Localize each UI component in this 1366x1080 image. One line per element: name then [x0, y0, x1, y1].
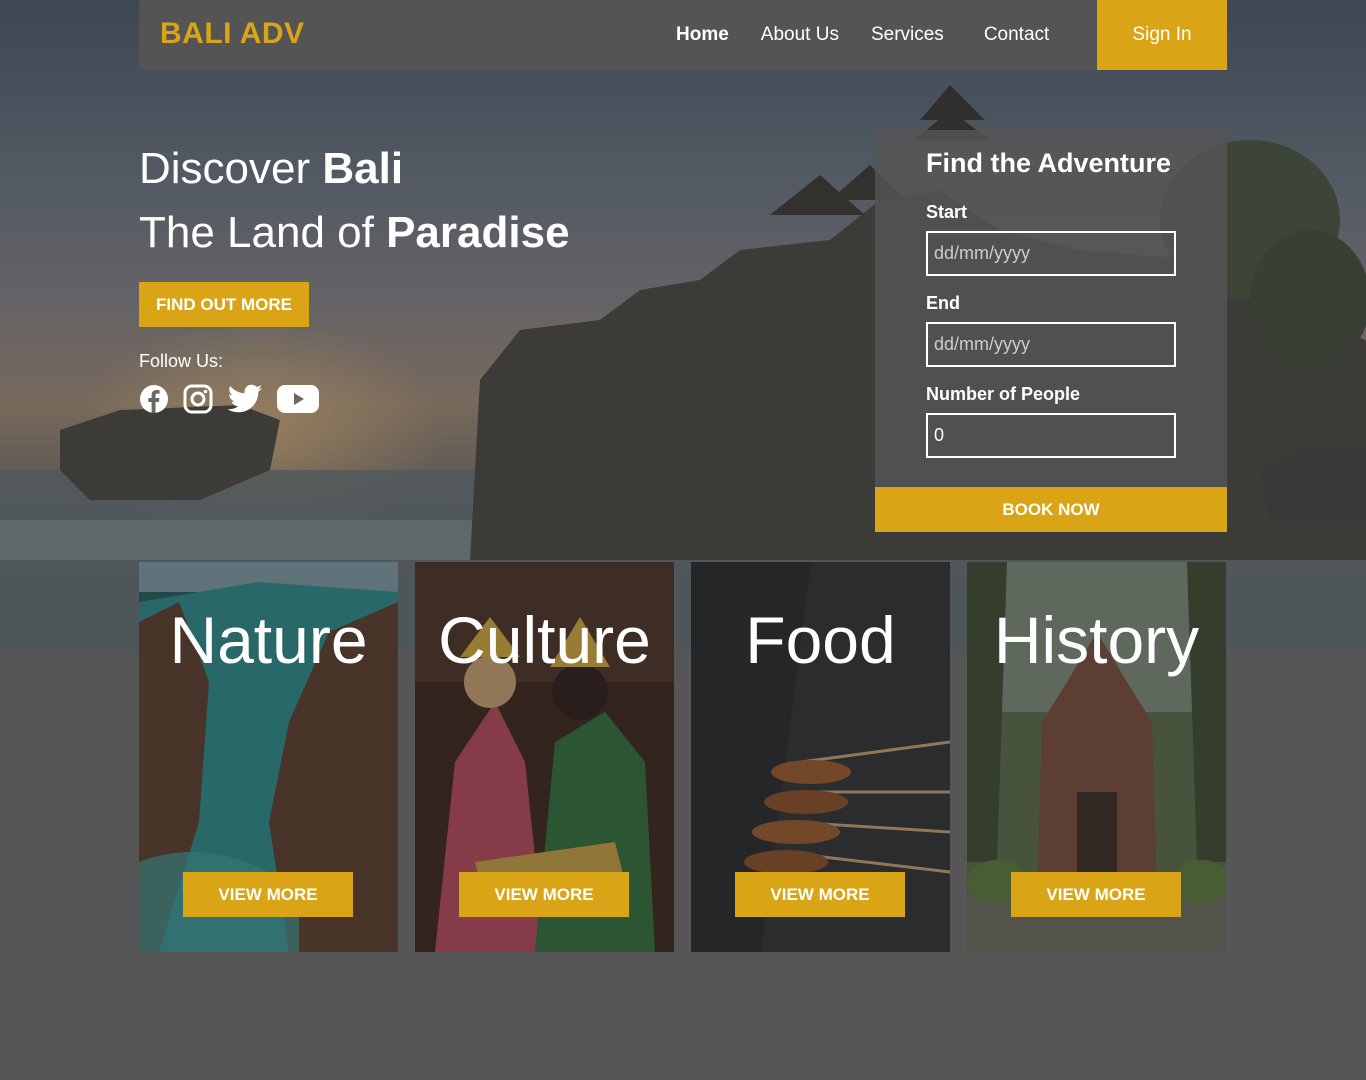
- book-now-button[interactable]: BOOK NOW: [875, 487, 1227, 532]
- view-more-button[interactable]: VIEW MORE: [183, 872, 353, 917]
- sign-in-button[interactable]: Sign In: [1097, 0, 1227, 70]
- youtube-icon[interactable]: [277, 384, 319, 414]
- top-navbar: BALI ADV Home About Us Services Contact …: [139, 0, 1227, 70]
- hero-title-line-1: Discover Bali: [139, 137, 570, 201]
- end-date-input[interactable]: [926, 322, 1176, 367]
- twitter-icon[interactable]: [227, 384, 263, 414]
- end-date-label: End: [926, 293, 960, 313]
- social-links: [139, 384, 333, 414]
- booking-form: Find the Adventure Start End Number of P…: [875, 130, 1227, 532]
- nav-link-contact[interactable]: Contact: [984, 24, 1049, 46]
- view-more-button[interactable]: VIEW MORE: [459, 872, 629, 917]
- people-count-input[interactable]: [926, 413, 1176, 458]
- card-title: Nature: [169, 603, 368, 677]
- hero-title-line-2-normal: The Land of: [139, 208, 387, 257]
- instagram-icon[interactable]: [183, 384, 213, 414]
- view-more-button[interactable]: VIEW MORE: [1011, 872, 1181, 917]
- nav-link-about-us[interactable]: About Us: [761, 24, 839, 46]
- category-card-culture[interactable]: Culture VIEW MORE: [415, 562, 674, 952]
- category-card-history[interactable]: History VIEW MORE: [967, 562, 1226, 952]
- card-title: Culture: [438, 603, 651, 677]
- hero-title-line-2-bold: Paradise: [386, 208, 570, 257]
- facebook-icon[interactable]: [139, 384, 169, 414]
- find-out-more-button[interactable]: FIND OUT MORE: [139, 282, 309, 327]
- hero-title-line-2: The Land of Paradise: [139, 201, 570, 265]
- follow-us-label: Follow Us:: [139, 351, 224, 371]
- view-more-button[interactable]: VIEW MORE: [735, 872, 905, 917]
- nav-link-services[interactable]: Services: [871, 24, 944, 46]
- hero-title-line-1-normal: Discover: [139, 144, 323, 193]
- nav-links: Home About Us Services Contact: [676, 24, 1081, 46]
- card-title: History: [993, 603, 1200, 677]
- hero-title: Discover Bali The Land of Paradise: [139, 137, 570, 265]
- booking-form-title: Find the Adventure: [926, 148, 1172, 178]
- people-count-label: Number of People: [926, 384, 1081, 404]
- hero-title-line-1-bold: Bali: [322, 144, 404, 193]
- site-logo[interactable]: BALI ADV: [160, 17, 305, 51]
- card-title: Food: [745, 603, 896, 677]
- category-card-nature[interactable]: Nature VIEW MORE: [139, 562, 398, 952]
- start-date-label: Start: [926, 202, 968, 222]
- start-date-input[interactable]: [926, 231, 1176, 276]
- nav-link-home[interactable]: Home: [676, 24, 729, 46]
- category-card-food[interactable]: Food VIEW MORE: [691, 562, 950, 952]
